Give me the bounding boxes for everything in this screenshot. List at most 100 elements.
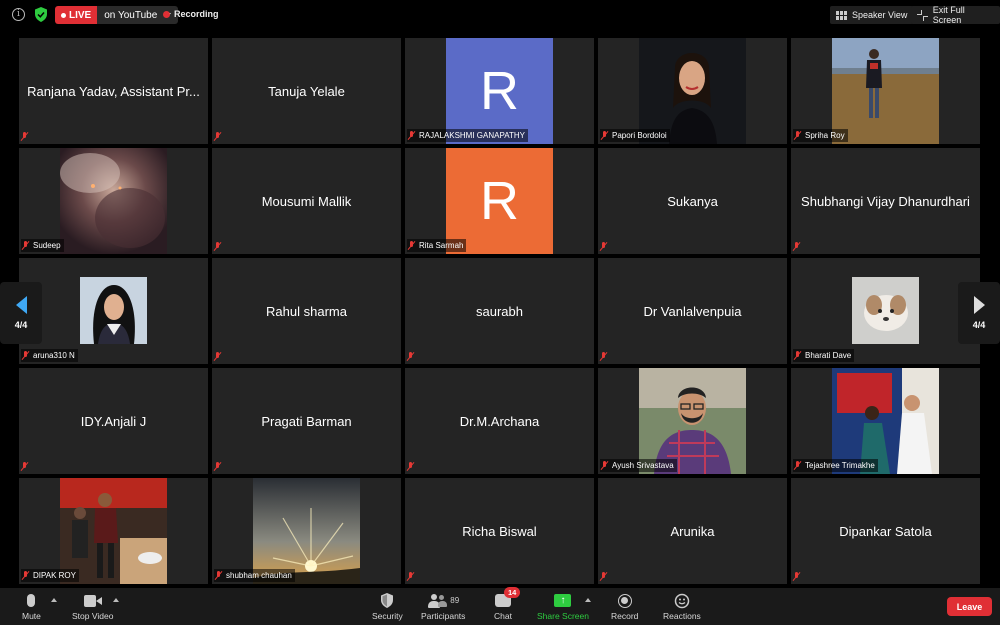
share-screen-arrow-icon: ↑: [554, 594, 572, 607]
speaker-view-button[interactable]: Speaker View: [830, 6, 914, 24]
participant-tile[interactable]: Ranjana Yadav, Assistant Pr...: [19, 38, 208, 144]
participant-name-center: IDY.Anjali J: [80, 413, 147, 429]
chat-button[interactable]: 14 Chat: [494, 587, 521, 621]
participant-tile[interactable]: Shubhangi Vijay Dhanurdhari: [791, 148, 980, 254]
reactions-label: Reactions: [663, 611, 701, 621]
participant-name: Sudeep: [33, 241, 61, 250]
participants-icon: [427, 593, 448, 608]
page-indicator-right: 4/4: [972, 320, 986, 330]
participant-tile[interactable]: Pragati Barman: [212, 368, 401, 474]
mic-muted-icon: [22, 350, 30, 361]
participant-name-center: Sukanya: [667, 193, 718, 209]
record-button[interactable]: Record: [611, 592, 638, 621]
page-indicator-left: 4/4: [14, 320, 28, 330]
participants-button[interactable]: 89 Participants: [421, 592, 465, 621]
reactions-button[interactable]: Reactions: [663, 592, 701, 621]
mic-muted-icon: [601, 460, 609, 471]
participant-tile[interactable]: Sudeep: [19, 148, 208, 254]
participant-tile[interactable]: Dipankar Satola: [791, 478, 980, 584]
mute-label: Mute: [22, 611, 41, 621]
participant-tile[interactable]: Ayush Srivastava: [598, 368, 787, 474]
participant-name-center: Rahul sharma: [266, 303, 347, 319]
share-screen-label: Share Screen: [537, 611, 589, 621]
participant-tile[interactable]: Tejashree Trimakhe: [791, 368, 980, 474]
chat-label: Chat: [494, 611, 512, 621]
stop-video-label: Stop Video: [72, 611, 114, 621]
encryption-shield-icon[interactable]: [35, 7, 47, 22]
participant-name-tag: Bharati Dave: [793, 349, 855, 362]
exit-fullscreen-button[interactable]: Exit Full Screen: [911, 5, 1000, 25]
participant-tile[interactable]: Dr.M.Archana: [405, 368, 594, 474]
mic-muted-icon: [22, 570, 30, 581]
info-icon[interactable]: i: [12, 8, 25, 21]
participant-name-center: Richa Biswal: [462, 523, 537, 539]
meeting-toolbar: Mute Stop Video Security 89 Participants…: [0, 587, 1000, 625]
next-page-button[interactable]: 4/4: [958, 282, 1000, 344]
participant-tile[interactable]: IDY.Anjali J: [19, 368, 208, 474]
mic-muted-icon: [21, 462, 29, 472]
participant-name: Papori Bordoloi: [612, 131, 667, 140]
mic-muted-icon: [407, 572, 415, 582]
mute-button[interactable]: Mute: [22, 592, 41, 621]
participant-tile[interactable]: Mousumi Mallik: [212, 148, 401, 254]
participant-name-center: Ranjana Yadav, Assistant Pr...: [27, 83, 200, 99]
participant-name: Rita Sarmah: [419, 241, 464, 250]
reaction-smiley-icon: [674, 593, 690, 608]
participant-name-center: Shubhangi Vijay Dhanurdhari: [801, 193, 970, 209]
participant-name: Spriha Roy: [805, 131, 845, 140]
participant-name-tag: Tejashree Trimakhe: [793, 459, 878, 472]
mic-muted-icon: [794, 130, 802, 141]
record-icon: [617, 593, 632, 608]
participant-tile[interactable]: Papori Bordoloi: [598, 38, 787, 144]
stop-video-button[interactable]: Stop Video: [72, 592, 113, 621]
participant-tile[interactable]: Bharati Dave: [791, 258, 980, 364]
participant-tile[interactable]: Arunika: [598, 478, 787, 584]
participant-name-tag: shubham chauhan: [214, 569, 295, 582]
participant-tile[interactable]: Dr Vanlalvenpuia: [598, 258, 787, 364]
security-button[interactable]: Security: [372, 592, 403, 621]
security-shield-icon: [381, 593, 394, 608]
recording-indicator[interactable]: Recording: [163, 9, 219, 19]
participant-tile[interactable]: aruna310 N: [19, 258, 208, 364]
participant-name-center: Dr.M.Archana: [459, 413, 540, 429]
mic-muted-icon: [794, 350, 802, 361]
mic-muted-icon: [793, 572, 801, 582]
participant-name-tag: Spriha Roy: [793, 129, 848, 142]
participant-gallery: Ranjana Yadav, Assistant Pr... Tanuja Ye…: [19, 38, 981, 586]
share-screen-button[interactable]: ↑ Share Screen: [537, 592, 589, 621]
participant-tile[interactable]: Tanuja Yelale: [212, 38, 401, 144]
audio-options-caret-icon[interactable]: [51, 598, 57, 602]
mic-muted-icon: [601, 130, 609, 141]
participant-name-center: Pragati Barman: [261, 413, 352, 429]
mic-muted-icon: [600, 242, 608, 252]
participant-name-tag: RAJALAKSHMI GANAPATHY: [407, 129, 528, 142]
participant-tile[interactable]: shubham chauhan: [212, 478, 401, 584]
participant-name-tag: DIPAK ROY: [21, 569, 79, 582]
participant-tile[interactable]: Rahul sharma: [212, 258, 401, 364]
participant-tile[interactable]: DIPAK ROY: [19, 478, 208, 584]
participant-tile[interactable]: Sukanya: [598, 148, 787, 254]
participant-tile[interactable]: Richa Biswal: [405, 478, 594, 584]
mic-muted-icon: [600, 572, 608, 582]
mic-muted-icon: [407, 462, 415, 472]
participant-name-center: Arunika: [670, 523, 715, 539]
live-stream-control[interactable]: LIVE on YouTube: [55, 6, 179, 24]
share-options-caret-icon[interactable]: [585, 598, 591, 602]
mic-muted-icon: [408, 240, 416, 251]
video-options-caret-icon[interactable]: [113, 598, 119, 602]
participant-name: DIPAK ROY: [33, 571, 76, 580]
participant-tile[interactable]: R RAJALAKSHMI GANAPATHY: [405, 38, 594, 144]
participant-tile[interactable]: saurabh: [405, 258, 594, 364]
participant-tile[interactable]: R Rita Sarmah: [405, 148, 594, 254]
participant-name-center: Dr Vanlalvenpuia: [643, 303, 742, 319]
participant-tile[interactable]: Spriha Roy: [791, 38, 980, 144]
participant-name-tag: Papori Bordoloi: [600, 129, 670, 142]
mic-muted-icon: [214, 352, 222, 362]
leave-meeting-button[interactable]: Leave: [947, 597, 992, 616]
participant-name-tag: Sudeep: [21, 239, 64, 252]
participant-name-center: Dipankar Satola: [839, 523, 932, 539]
live-label: LIVE: [69, 9, 92, 21]
mic-muted-icon: [215, 570, 223, 581]
previous-page-button[interactable]: 4/4: [0, 282, 42, 344]
mic-muted-icon: [22, 240, 30, 251]
